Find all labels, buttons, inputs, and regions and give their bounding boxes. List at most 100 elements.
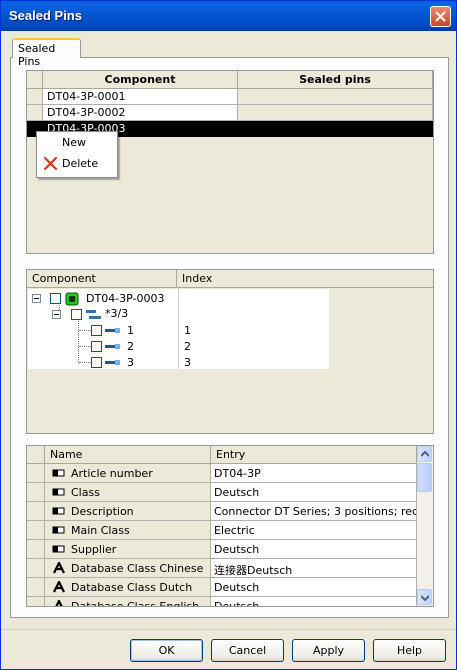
menu-item-new[interactable]: New [38, 133, 116, 153]
pin-icon [105, 344, 120, 349]
tree-node-connector[interactable]: DT04-3P-0003 [27, 291, 327, 307]
property-name: Database Class Dutch [71, 581, 193, 594]
tree-node-pin-group[interactable]: *3/3 [27, 307, 327, 323]
tree-node-label: *3/3 [105, 307, 129, 320]
property-entry-cell[interactable]: DT04-3P [211, 464, 417, 483]
tree-node-index: 3 [184, 356, 191, 369]
menu-item-delete[interactable]: Delete [38, 154, 116, 174]
property-name-cell[interactable]: Database Class Chinese [45, 559, 211, 578]
property-entry-cell[interactable]: Connector DT Series; 3 positions; recept… [211, 502, 417, 521]
row-selector[interactable] [27, 502, 45, 521]
close-icon [435, 11, 446, 22]
db-field-icon [52, 524, 66, 536]
db-field-icon [52, 505, 66, 517]
property-name-cell[interactable]: Supplier [45, 540, 211, 559]
row-selector[interactable] [27, 540, 45, 559]
checkbox[interactable] [91, 341, 102, 352]
row-selector[interactable] [27, 105, 43, 121]
tree-node-label: 1 [127, 324, 134, 337]
collapse-toggle[interactable] [52, 310, 61, 319]
db-field-icon [52, 467, 66, 479]
context-menu: New Delete [36, 131, 118, 178]
property-name: Database Class English [71, 600, 199, 606]
tree-node-label: 3 [127, 356, 134, 369]
property-entry-cell[interactable]: Deutsch [211, 597, 417, 606]
table-cell-sealed-pins[interactable] [238, 105, 433, 121]
component-tree: Component Index DT04-3P-0003 *3/3 1 1 2 … [26, 269, 434, 434]
property-name-cell[interactable]: Main Class [45, 521, 211, 540]
property-name: Supplier [71, 543, 117, 556]
property-entry-cell[interactable]: Deutsch [211, 483, 417, 502]
property-name-cell[interactable]: Database Class Dutch [45, 578, 211, 597]
row-selector[interactable] [27, 559, 45, 578]
db-field-icon [52, 486, 66, 498]
text-attribute-icon [52, 598, 66, 606]
property-name: Class [71, 486, 100, 499]
property-name-cell[interactable]: Class [45, 483, 211, 502]
property-entry-cell[interactable]: Deutsch [211, 540, 417, 559]
window-title: Sealed Pins [9, 8, 82, 23]
text-attribute-icon [52, 560, 66, 574]
divider [1, 629, 456, 630]
property-name: Description [71, 505, 134, 518]
checkbox[interactable] [91, 325, 102, 336]
property-name-cell[interactable]: Database Class English [45, 597, 211, 606]
properties-grid: Name Entry Article number DT04-3P Class Deu… [26, 445, 434, 607]
tree-node-pin[interactable]: 1 1 [27, 323, 327, 339]
tree-node-label: DT04-3P-0003 [86, 292, 165, 305]
close-button[interactable] [430, 6, 451, 27]
row-selector[interactable] [27, 483, 45, 502]
row-selector[interactable] [27, 521, 45, 540]
scroll-down-button[interactable] [417, 589, 432, 605]
column-header-index[interactable]: Index [177, 270, 433, 288]
text-attribute-icon [52, 579, 66, 593]
tree-node-index: 1 [184, 324, 191, 337]
table-cell-sealed-pins-selected[interactable] [238, 121, 433, 137]
row-selector[interactable] [27, 89, 43, 105]
collapse-toggle[interactable] [32, 294, 41, 303]
cancel-button[interactable]: Cancel [211, 639, 284, 662]
checkbox[interactable] [71, 309, 82, 320]
ok-button[interactable]: OK [130, 639, 203, 662]
menu-item-label: New [62, 136, 86, 149]
property-name: Database Class Chinese [71, 562, 204, 575]
property-entry-cell[interactable]: Deutsch [211, 578, 417, 597]
vertical-scrollbar[interactable] [417, 446, 433, 606]
sealed-pins-dialog: Sealed Pins Sealed Pins Component Sealed… [0, 0, 457, 670]
column-header-component[interactable]: Component [43, 71, 238, 89]
table-cell-component[interactable]: DT04-3P-0002 [43, 105, 238, 121]
property-name-cell[interactable]: Article number [45, 464, 211, 483]
apply-button[interactable]: Apply [292, 639, 365, 662]
row-selector[interactable] [27, 464, 45, 483]
scroll-up-button[interactable] [417, 446, 432, 462]
tree-node-label: 2 [127, 340, 134, 353]
property-entry-cell[interactable]: 连接器Deutsch [211, 559, 417, 578]
scroll-thumb[interactable] [417, 463, 432, 492]
chevron-up-icon [421, 451, 429, 457]
table-cell-sealed-pins[interactable] [238, 89, 433, 105]
property-name: Main Class [71, 524, 130, 537]
connector-icon [65, 292, 79, 306]
property-name-cell[interactable]: Description [45, 502, 211, 521]
property-name: Article number [71, 467, 153, 480]
chevron-down-icon [421, 595, 429, 601]
pin-icon [105, 360, 120, 365]
tree-node-pin[interactable]: 3 3 [27, 355, 327, 371]
pin-icon [105, 328, 120, 333]
title-bar[interactable]: Sealed Pins [1, 1, 456, 31]
checkbox[interactable] [91, 357, 102, 368]
row-selector[interactable] [27, 578, 45, 597]
checkbox[interactable] [50, 293, 61, 304]
red-x-icon [43, 156, 58, 171]
property-entry-cell[interactable]: Electric [211, 521, 417, 540]
row-header-corner [27, 71, 43, 89]
tab-sealed-pins[interactable]: Sealed Pins [12, 38, 81, 68]
db-field-icon [52, 543, 66, 555]
table-cell-component[interactable]: DT04-3P-0001 [43, 89, 238, 105]
column-header-sealed-pins[interactable]: Sealed pins [238, 71, 433, 89]
tree-node-pin[interactable]: 2 2 [27, 339, 327, 355]
row-selector[interactable] [27, 597, 45, 606]
tree-node-index: 2 [184, 340, 191, 353]
help-button[interactable]: Help [373, 639, 446, 662]
column-header-component[interactable]: Component [27, 270, 177, 288]
